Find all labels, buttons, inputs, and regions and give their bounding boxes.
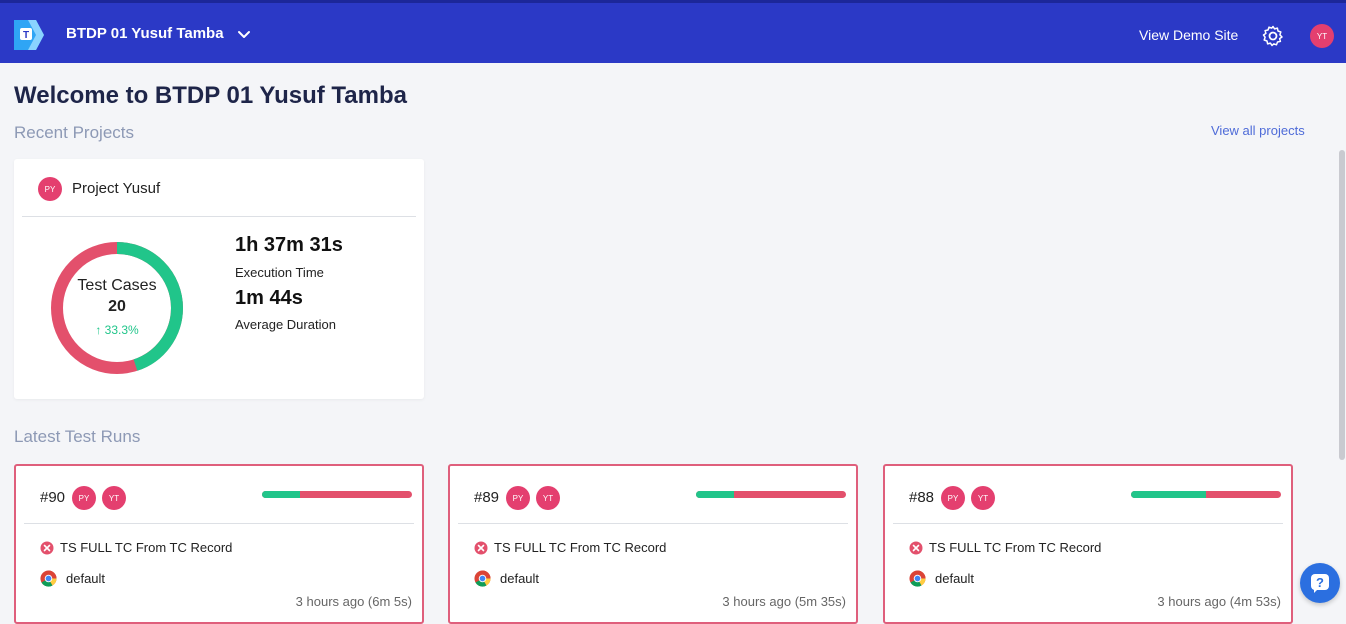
execution-time-value: 1h 37m 31s bbox=[235, 234, 343, 256]
test-run-card[interactable]: #90 PY YT TS FULL TC From TC Record defa… bbox=[14, 464, 424, 624]
run-timestamp: 3 hours ago (5m 35s) bbox=[722, 594, 846, 609]
test-run-card[interactable]: #89 PY YT TS FULL TC From TC Record defa… bbox=[448, 464, 858, 624]
run-timestamp: 3 hours ago (4m 53s) bbox=[1157, 594, 1281, 609]
project-avatar: PY bbox=[38, 177, 62, 201]
chrome-browser-icon bbox=[474, 570, 491, 587]
run-timestamp: 3 hours ago (6m 5s) bbox=[295, 594, 412, 609]
average-duration-label: Average Duration bbox=[235, 317, 336, 332]
run-result-bar bbox=[262, 491, 412, 498]
help-icon: ? bbox=[1311, 574, 1329, 593]
svg-text:T: T bbox=[23, 30, 29, 41]
run-avatar: YT bbox=[102, 486, 126, 510]
workspace-title[interactable]: BTDP 01 Yusuf Tamba bbox=[66, 25, 224, 42]
run-result-pass-fill bbox=[696, 491, 734, 498]
svg-text:?: ? bbox=[1316, 575, 1324, 590]
run-id[interactable]: #88 bbox=[909, 489, 934, 506]
fail-status-icon bbox=[40, 541, 54, 555]
divider bbox=[22, 216, 416, 217]
view-all-projects-link[interactable]: View all projects bbox=[1211, 123, 1305, 138]
recent-projects-heading: Recent Projects bbox=[14, 123, 134, 142]
run-avatar: YT bbox=[536, 486, 560, 510]
run-environment: default bbox=[935, 571, 975, 586]
donut-label: Test Cases bbox=[77, 277, 157, 294]
chevron-down-icon[interactable] bbox=[236, 27, 252, 43]
page-title: Welcome to BTDP 01 Yusuf Tamba bbox=[14, 82, 407, 109]
run-avatar: PY bbox=[506, 486, 530, 510]
run-avatar: PY bbox=[941, 486, 965, 510]
testrigor-logo-icon[interactable]: T bbox=[14, 20, 44, 50]
run-suite-name[interactable]: TS FULL TC From TC Record bbox=[60, 540, 232, 555]
project-name[interactable]: Project Yusuf bbox=[72, 180, 160, 197]
average-duration-value: 1m 44s bbox=[235, 287, 303, 309]
run-result-pass-fill bbox=[1131, 491, 1206, 498]
test-run-card[interactable]: #88 PY YT TS FULL TC From TC Record defa… bbox=[883, 464, 1293, 624]
run-avatar: YT bbox=[971, 486, 995, 510]
run-suite-name[interactable]: TS FULL TC From TC Record bbox=[494, 540, 666, 555]
user-avatar[interactable]: YT bbox=[1310, 24, 1334, 48]
chrome-browser-icon bbox=[40, 570, 57, 587]
run-result-bar bbox=[1131, 491, 1281, 498]
run-result-pass-fill bbox=[262, 491, 300, 498]
view-demo-site-link[interactable]: View Demo Site bbox=[1139, 27, 1238, 43]
gear-icon[interactable] bbox=[1261, 24, 1285, 48]
run-result-bar bbox=[696, 491, 846, 498]
execution-time-label: Execution Time bbox=[235, 265, 324, 280]
project-card[interactable]: PY Project Yusuf Test Cases 20 ↑ 33.3% 1… bbox=[14, 159, 424, 399]
scrollbar-thumb[interactable] bbox=[1339, 150, 1345, 460]
run-id[interactable]: #90 bbox=[40, 489, 65, 506]
test-case-delta: ↑ 33.3% bbox=[95, 323, 139, 337]
divider bbox=[893, 523, 1283, 524]
run-environment: default bbox=[500, 571, 540, 586]
divider bbox=[24, 523, 414, 524]
fail-status-icon bbox=[909, 541, 923, 555]
top-bar: T BTDP 01 Yusuf Tamba View Demo Site YT bbox=[0, 0, 1346, 63]
run-avatar: PY bbox=[72, 486, 96, 510]
latest-test-runs-heading: Latest Test Runs bbox=[14, 427, 141, 446]
test-case-count: 20 bbox=[108, 298, 126, 315]
run-suite-name[interactable]: TS FULL TC From TC Record bbox=[929, 540, 1101, 555]
chrome-browser-icon bbox=[909, 570, 926, 587]
fail-status-icon bbox=[474, 541, 488, 555]
divider bbox=[458, 523, 848, 524]
run-environment: default bbox=[66, 571, 106, 586]
help-button[interactable]: ? bbox=[1300, 563, 1340, 603]
run-id[interactable]: #89 bbox=[474, 489, 499, 506]
